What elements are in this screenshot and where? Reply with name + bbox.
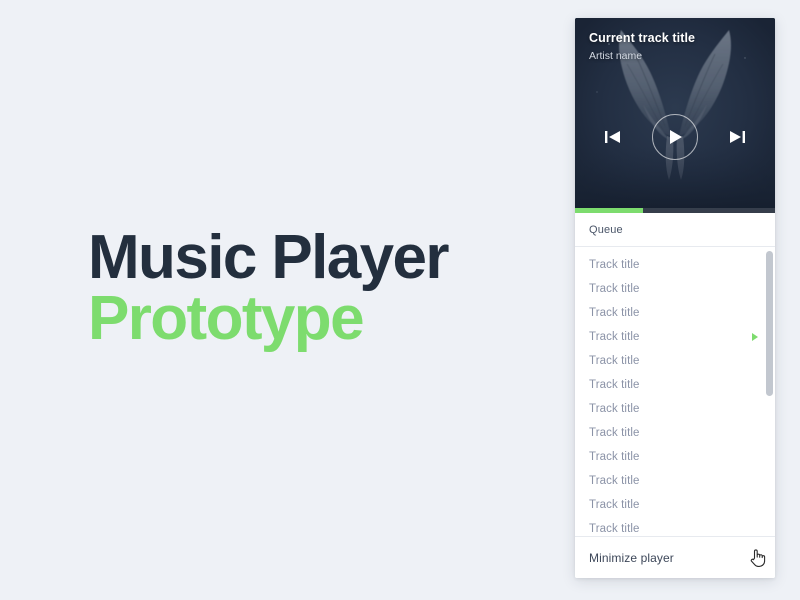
- chevron-right-icon: ›: [758, 550, 763, 565]
- page-title-line-accent: Prototype: [88, 283, 365, 353]
- queue-track-row[interactable]: Track title: [575, 517, 775, 536]
- previous-track-icon: [605, 131, 620, 143]
- queue-track-title: Track title: [589, 355, 640, 367]
- queue-track-row[interactable]: Track title: [575, 373, 775, 397]
- playback-progress-fill: [575, 208, 643, 213]
- next-track-icon: [730, 131, 745, 143]
- queue-list[interactable]: Track title Track title Track title Track t…: [575, 247, 775, 536]
- now-playing-track-title: Current track title: [589, 31, 696, 45]
- music-player-panel: Current track title Artist name Queue Tr…: [575, 18, 775, 578]
- queue-header: Queue: [575, 213, 775, 247]
- play-button[interactable]: [652, 114, 698, 160]
- playback-progress-bar[interactable]: [575, 208, 775, 213]
- queue-scrollbar[interactable]: [766, 247, 773, 536]
- queue-scrollbar-thumb[interactable]: [766, 251, 773, 396]
- queue-track-title: Track title: [589, 379, 640, 391]
- queue-track-row[interactable]: Track title: [575, 301, 775, 325]
- queue-header-label: Queue: [589, 223, 623, 236]
- now-playing-artwork: Current track title Artist name: [575, 18, 775, 213]
- queue-track-title: Track title: [589, 307, 640, 319]
- play-icon: [669, 130, 682, 144]
- queue-track-title: Track title: [589, 259, 640, 271]
- queue-track-row[interactable]: Track title: [575, 421, 775, 445]
- now-playing-meta: Current track title Artist name: [589, 31, 763, 62]
- queue-track-title: Track title: [589, 403, 640, 415]
- previous-track-button[interactable]: [604, 128, 622, 146]
- queue-list-items: Track title Track title Track title Track t…: [575, 247, 775, 536]
- transport-controls: [575, 114, 775, 160]
- page-title: Music Player Prototype: [88, 223, 449, 353]
- now-playing-indicator-icon: [752, 333, 758, 341]
- queue-track-row[interactable]: Track title: [575, 253, 775, 277]
- minimize-player-button[interactable]: Minimize player ›: [575, 536, 775, 578]
- queue-track-title: Track title: [589, 451, 640, 463]
- now-playing-artist-name: Artist name: [589, 49, 643, 62]
- next-track-button[interactable]: [728, 128, 746, 146]
- queue-track-title: Track title: [589, 475, 640, 487]
- queue-track-row[interactable]: Track title: [575, 349, 775, 373]
- queue-track-row[interactable]: Track title: [575, 493, 775, 517]
- queue-track-title: Track title: [589, 427, 640, 439]
- queue-track-row[interactable]: Track title: [575, 277, 775, 301]
- queue-track-title: Track title: [589, 331, 640, 343]
- queue-track-title: Track title: [589, 499, 640, 511]
- queue-track-row[interactable]: Track title: [575, 397, 775, 421]
- page-title-line-primary: Music Player: [88, 223, 449, 292]
- queue-track-row[interactable]: Track title: [575, 445, 775, 469]
- minimize-player-label: Minimize player: [589, 550, 674, 565]
- queue-track-title: Track title: [589, 523, 640, 535]
- queue-track-title: Track title: [589, 283, 640, 295]
- queue-track-row[interactable]: Track title: [575, 325, 775, 349]
- queue-track-row[interactable]: Track title: [575, 469, 775, 493]
